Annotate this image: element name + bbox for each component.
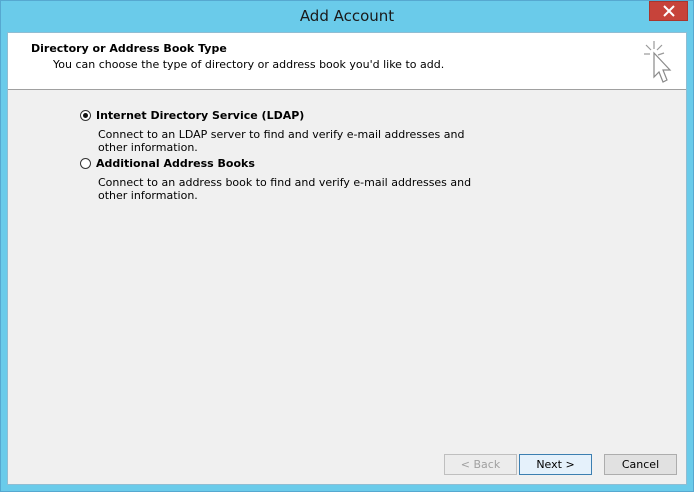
- close-icon: [662, 5, 675, 17]
- option-address-books-description: Connect to an address book to find and v…: [98, 176, 472, 202]
- page-title: Directory or Address Book Type: [31, 42, 227, 55]
- dialog-body: Directory or Address Book Type You can c…: [7, 32, 687, 485]
- window-title: Add Account: [299, 7, 395, 25]
- page-subtitle: You can choose the type of directory or …: [53, 58, 445, 71]
- option-address-books-label[interactable]: Additional Address Books: [96, 157, 255, 170]
- cursor-sparkle-icon: [644, 41, 672, 83]
- radio-address-books[interactable]: [80, 158, 91, 169]
- radio-ldap[interactable]: [80, 110, 91, 121]
- add-account-window: Add Account Directory or Address Book Ty…: [0, 0, 694, 492]
- option-ldap-label[interactable]: Internet Directory Service (LDAP): [96, 109, 304, 122]
- close-button[interactable]: [649, 1, 688, 21]
- next-button[interactable]: Next >: [519, 454, 592, 475]
- back-button[interactable]: < Back: [444, 454, 517, 475]
- option-ldap-description: Connect to an LDAP server to find and ve…: [98, 128, 465, 154]
- header-panel: Directory or Address Book Type You can c…: [8, 33, 686, 90]
- title-bar[interactable]: Add Account: [1, 1, 693, 32]
- cancel-button[interactable]: Cancel: [604, 454, 677, 475]
